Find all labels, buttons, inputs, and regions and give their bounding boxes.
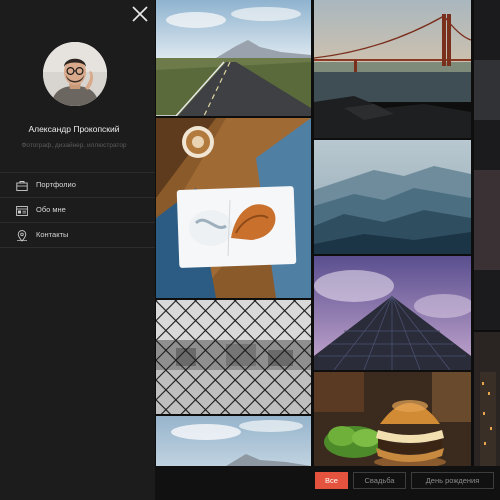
filter-button-birthday[interactable]: День рождения xyxy=(411,472,494,489)
photo-city-night[interactable] xyxy=(474,332,500,466)
photo-glass-skyscraper[interactable] xyxy=(314,256,471,370)
photo-gallery xyxy=(155,0,500,500)
profile-card-icon xyxy=(16,204,28,216)
nav-item-label: Контакты xyxy=(36,230,69,239)
filter-button-all[interactable]: Все xyxy=(315,472,348,489)
photo-coffee-and-dessert-plate[interactable] xyxy=(156,118,311,298)
photo-road-landscape[interactable] xyxy=(156,0,311,116)
sidebar: Александр Прокопский Фотограф, дизайнер,… xyxy=(0,0,155,500)
nav-item-portfolio[interactable]: Портфолио xyxy=(0,173,155,197)
nav-item-label: Портфолио xyxy=(36,180,76,189)
photo-golden-gate-bridge[interactable] xyxy=(314,0,471,138)
profile-subtitle: Фотограф, дизайнер, иллюстратор xyxy=(21,142,127,149)
nav-item-about[interactable]: Обо мне xyxy=(0,198,155,222)
divider xyxy=(0,247,155,248)
close-icon[interactable] xyxy=(129,3,151,25)
nav-item-label: Обо мне xyxy=(36,205,66,214)
photo-partial[interactable] xyxy=(474,0,500,330)
photo-chain-link-fence[interactable] xyxy=(156,300,311,414)
avatar xyxy=(43,42,107,106)
photo-blue-mountain-ridges[interactable] xyxy=(314,140,471,254)
location-pin-icon xyxy=(16,229,28,242)
briefcase-icon xyxy=(16,179,28,191)
filter-bar: Все Свадьба День рождения xyxy=(155,466,500,500)
photo-burger-and-salad[interactable] xyxy=(314,372,471,466)
profile-name: Александр Прокопский xyxy=(28,124,120,134)
nav-item-contacts[interactable]: Контакты xyxy=(0,223,155,247)
filter-button-wedding[interactable]: Свадьба xyxy=(353,472,406,489)
